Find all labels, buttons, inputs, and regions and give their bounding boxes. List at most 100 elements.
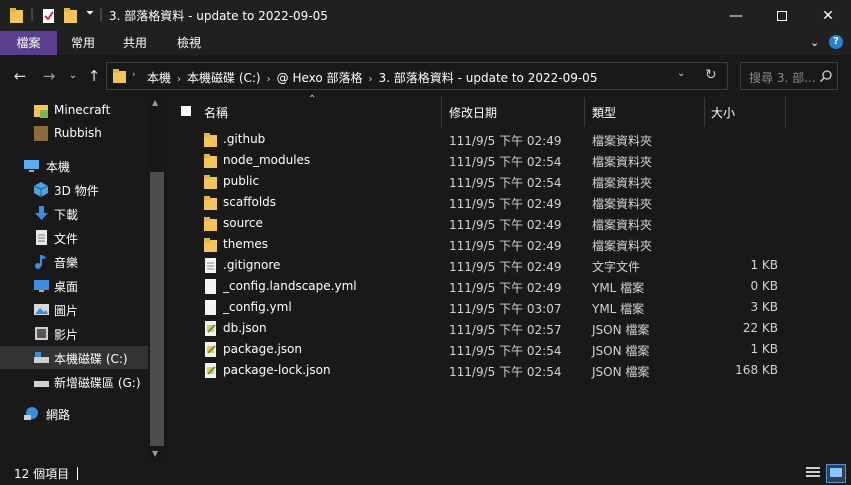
details-view-button[interactable] bbox=[803, 464, 823, 483]
file-row[interactable]: scaffolds 111/9/5 下午 02:49 檔案資料夾 bbox=[196, 192, 836, 213]
properties-icon[interactable] bbox=[42, 8, 56, 24]
nav-item-label: Rubbish bbox=[54, 126, 102, 140]
file-size: 22 KB bbox=[742, 321, 778, 335]
nav-item-documents[interactable]: 文件 bbox=[0, 226, 148, 249]
tab-view[interactable]: 檢視 bbox=[161, 31, 217, 55]
tab-share[interactable]: 共用 bbox=[109, 31, 161, 55]
file-row[interactable]: node_modules 111/9/5 下午 02:54 檔案資料夾 bbox=[196, 150, 836, 171]
scrollbar-thumb[interactable] bbox=[150, 172, 164, 446]
file-date: 111/9/5 下午 02:57 bbox=[449, 323, 562, 337]
column-header-size[interactable]: 大小 bbox=[711, 104, 735, 121]
customize-toolbar-icon[interactable]: ⏷ bbox=[86, 8, 94, 19]
forward-button[interactable]: → bbox=[39, 65, 59, 87]
network-icon bbox=[24, 407, 38, 420]
minimize-button[interactable]: — bbox=[713, 0, 759, 31]
nav-item-3d-objects[interactable]: 3D 物件 bbox=[0, 178, 148, 201]
file-name: _config.yml bbox=[223, 300, 292, 314]
column-divider[interactable] bbox=[704, 97, 705, 127]
json-file-icon bbox=[205, 363, 216, 378]
nav-item-desktop[interactable]: 桌面 bbox=[0, 274, 148, 297]
nav-item-pictures[interactable]: 圖片 bbox=[0, 298, 148, 321]
nav-item-videos[interactable]: 影片 bbox=[0, 322, 148, 345]
recent-locations-button[interactable]: ⌄ bbox=[66, 65, 80, 87]
column-header-type[interactable]: 類型 bbox=[592, 104, 616, 121]
large-icons-view-button[interactable] bbox=[826, 464, 846, 483]
search-placeholder: 搜尋 3. 部... bbox=[749, 71, 816, 85]
up-arrow-icon: ↑ bbox=[87, 67, 101, 85]
maximize-button[interactable] bbox=[759, 0, 805, 31]
file-type: 檔案資料夾 bbox=[592, 218, 653, 232]
file-date: 111/9/5 下午 02:49 bbox=[449, 281, 562, 295]
document-icon bbox=[36, 230, 47, 245]
desktop-icon bbox=[34, 280, 49, 292]
refresh-icon[interactable]: ↻ bbox=[705, 67, 717, 83]
file-date: 111/9/5 下午 02:54 bbox=[449, 155, 562, 169]
nav-item-minecraft[interactable]: Minecraft bbox=[0, 99, 148, 122]
navigation-pane: Minecraft Rubbish 本機 3D 物件 下載 文件 音樂 桌面 圖… bbox=[0, 97, 166, 462]
file-row[interactable]: _config.landscape.yml 111/9/5 下午 02:49 YML… bbox=[196, 276, 836, 297]
chevron-right-icon: › bbox=[177, 74, 182, 85]
file-type: 文字文件 bbox=[592, 260, 641, 274]
title-bar: | ⏷ | 3. 部落格資料 - update to 2022-09-05 — … bbox=[0, 0, 851, 31]
file-name: db.json bbox=[223, 321, 267, 335]
nav-item-label: Minecraft bbox=[54, 103, 111, 117]
nav-item-network[interactable]: 網路 bbox=[0, 402, 148, 425]
nav-item-music[interactable]: 音樂 bbox=[0, 250, 148, 273]
status-divider bbox=[77, 467, 78, 480]
crumb-drive-c[interactable]: 本機磁碟 (C:) bbox=[187, 71, 261, 85]
crumb-this-pc[interactable]: 本機 bbox=[147, 71, 171, 85]
help-icon[interactable]: ? bbox=[829, 35, 843, 49]
file-row[interactable]: db.json 111/9/5 下午 02:57 JSON 檔案 22 KB bbox=[196, 318, 836, 339]
chevron-right-icon: › bbox=[266, 74, 271, 85]
file-name: public bbox=[223, 174, 260, 188]
nav-item-drive-c[interactable]: 本機磁碟 (C:) bbox=[0, 346, 148, 369]
drive-icon bbox=[34, 352, 49, 363]
up-button[interactable]: ↑ bbox=[86, 65, 102, 87]
file-row[interactable]: _config.yml 111/9/5 下午 03:07 YML 檔案 3 KB bbox=[196, 297, 836, 318]
file-row[interactable]: package.json 111/9/5 下午 02:54 JSON 檔案 1 KB bbox=[196, 339, 836, 360]
column-divider[interactable] bbox=[441, 97, 442, 127]
address-bar[interactable]: › 本機 › 本機磁碟 (C:) › @ Hexo 部落格 › 3. 部落格資料 - upd… bbox=[106, 62, 728, 90]
nav-item-rubbish[interactable]: Rubbish bbox=[0, 122, 148, 145]
back-button[interactable]: ← bbox=[10, 65, 30, 87]
column-divider[interactable] bbox=[584, 97, 585, 127]
column-header-name[interactable]: 名稱 bbox=[204, 104, 228, 121]
nav-item-label: 桌面 bbox=[54, 280, 79, 294]
chevron-down-icon[interactable]: ⌄ bbox=[677, 68, 685, 79]
select-all-checkbox[interactable] bbox=[181, 106, 191, 116]
file-date: 111/9/5 下午 03:07 bbox=[449, 302, 562, 316]
nav-item-label: 影片 bbox=[54, 328, 79, 342]
nav-item-this-pc[interactable]: 本機 bbox=[0, 154, 148, 177]
file-row[interactable]: .gitignore 111/9/5 下午 02:49 文字文件 1 KB bbox=[196, 255, 836, 276]
file-row[interactable]: source 111/9/5 下午 02:49 檔案資料夾 bbox=[196, 213, 836, 234]
column-header-date[interactable]: 修改日期 bbox=[449, 104, 497, 121]
file-size: 1 KB bbox=[750, 342, 778, 356]
tab-file[interactable]: 檔案 bbox=[0, 31, 57, 55]
search-box[interactable]: 搜尋 3. 部... bbox=[740, 62, 838, 90]
scroll-down-icon[interactable]: ▼ bbox=[152, 449, 158, 458]
file-name: package.json bbox=[223, 342, 303, 356]
file-name: source bbox=[223, 216, 263, 230]
details-view-icon bbox=[806, 467, 820, 477]
close-button[interactable]: ✕ bbox=[805, 0, 851, 31]
nav-item-label: 本機磁碟 (C:) bbox=[54, 352, 128, 366]
nav-item-downloads[interactable]: 下載 bbox=[0, 202, 148, 225]
crumb-hexo[interactable]: @ Hexo 部落格 bbox=[277, 71, 363, 85]
scroll-up-icon[interactable]: ▲ bbox=[152, 98, 158, 107]
column-divider[interactable] bbox=[785, 97, 786, 127]
crumb-current[interactable]: 3. 部落格資料 - update to 2022-09-05 bbox=[379, 71, 598, 85]
folder-icon bbox=[34, 105, 48, 118]
file-size: 168 KB bbox=[735, 363, 778, 377]
picture-icon bbox=[34, 304, 49, 315]
file-row[interactable]: public 111/9/5 下午 02:54 檔案資料夾 bbox=[196, 171, 836, 192]
file-row[interactable]: package-lock.json 111/9/5 下午 02:54 JSON 檔案… bbox=[196, 360, 836, 381]
new-folder-icon[interactable] bbox=[64, 8, 78, 24]
tab-home[interactable]: 常用 bbox=[57, 31, 109, 55]
forward-arrow-icon: → bbox=[42, 67, 56, 85]
file-type: 檔案資料夾 bbox=[592, 134, 653, 148]
file-row[interactable]: themes 111/9/5 下午 02:49 檔案資料夾 bbox=[196, 234, 836, 255]
nav-item-drive-g[interactable]: 新增磁碟區 (G:) bbox=[0, 370, 148, 393]
nav-item-label: 網路 bbox=[46, 408, 71, 422]
file-row[interactable]: .github 111/9/5 下午 02:49 檔案資料夾 bbox=[196, 129, 836, 150]
chevron-down-icon[interactable]: ⌄ bbox=[810, 36, 819, 49]
